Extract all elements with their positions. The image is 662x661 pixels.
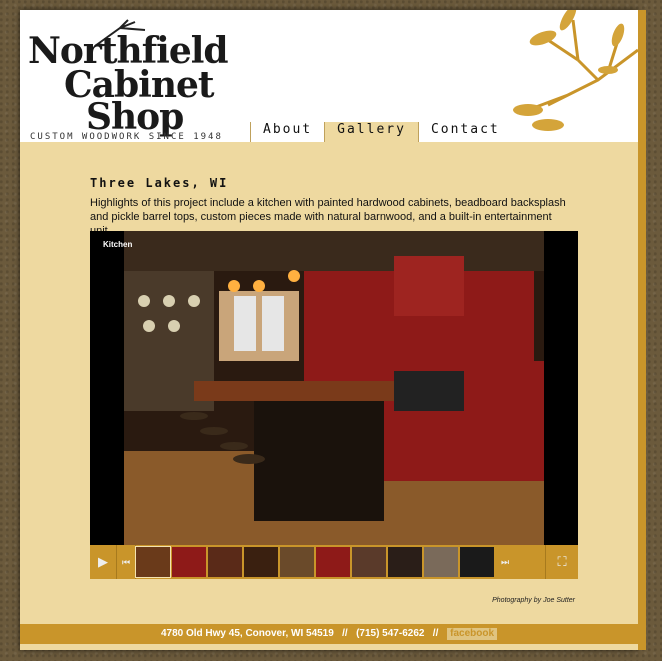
footer-separator: // [342, 628, 348, 639]
footer: 4780 Old Hwy 45, Conover, WI 54519 // (7… [20, 624, 638, 644]
footer-separator: // [432, 628, 439, 639]
image-viewer: Kitchen ▶ ⏮ ⏭ ⛶ [90, 231, 578, 579]
thumbnail[interactable] [280, 547, 314, 577]
page: Northfield Cabinet Shop CUSTOM WOODWORK … [20, 10, 646, 650]
thumbnail[interactable] [460, 547, 494, 577]
thumbnail[interactable] [244, 547, 278, 577]
tagline: CUSTOM WOODWORK SINCE 1948 [30, 132, 223, 142]
header: Northfield Cabinet Shop CUSTOM WOODWORK … [20, 10, 638, 142]
footer-address: 4780 Old Hwy 45, Conover, WI 54519 [160, 628, 334, 639]
fullscreen-icon[interactable]: ⛶ [545, 545, 578, 579]
thumbnail[interactable] [424, 547, 458, 577]
photo-caption: Kitchen [103, 240, 133, 249]
footer-phone: (715) 547-6262 [356, 628, 425, 639]
page-title: Three Lakes, WI [90, 176, 229, 190]
photo-credit: Photography by Joe Sutter [492, 597, 575, 604]
thumbnail[interactable] [388, 547, 422, 577]
nav-contact[interactable]: Contact [417, 122, 512, 142]
viewer-controls: ▶ ⏮ ⏭ ⛶ [90, 545, 578, 579]
thumbnail[interactable] [172, 547, 206, 577]
page-border [638, 10, 646, 650]
thumbnail-strip [135, 546, 496, 578]
thumbnail[interactable] [352, 547, 386, 577]
thumbnail[interactable] [135, 546, 171, 578]
play-icon[interactable]: ▶ [90, 545, 117, 579]
nav-about[interactable]: About [250, 122, 325, 142]
tree-branch-icon [513, 10, 638, 131]
nav-gallery[interactable]: Gallery [324, 122, 418, 142]
facebook-link[interactable]: facebook [447, 628, 498, 640]
thumbnail[interactable] [208, 547, 242, 577]
skip-forward-icon[interactable]: ⏭ [496, 545, 514, 579]
skip-back-icon[interactable]: ⏮ [117, 545, 136, 579]
thumbnail[interactable] [316, 547, 350, 577]
kitchen-photo [124, 231, 544, 545]
main-nav: About Gallery Contact [250, 122, 512, 142]
